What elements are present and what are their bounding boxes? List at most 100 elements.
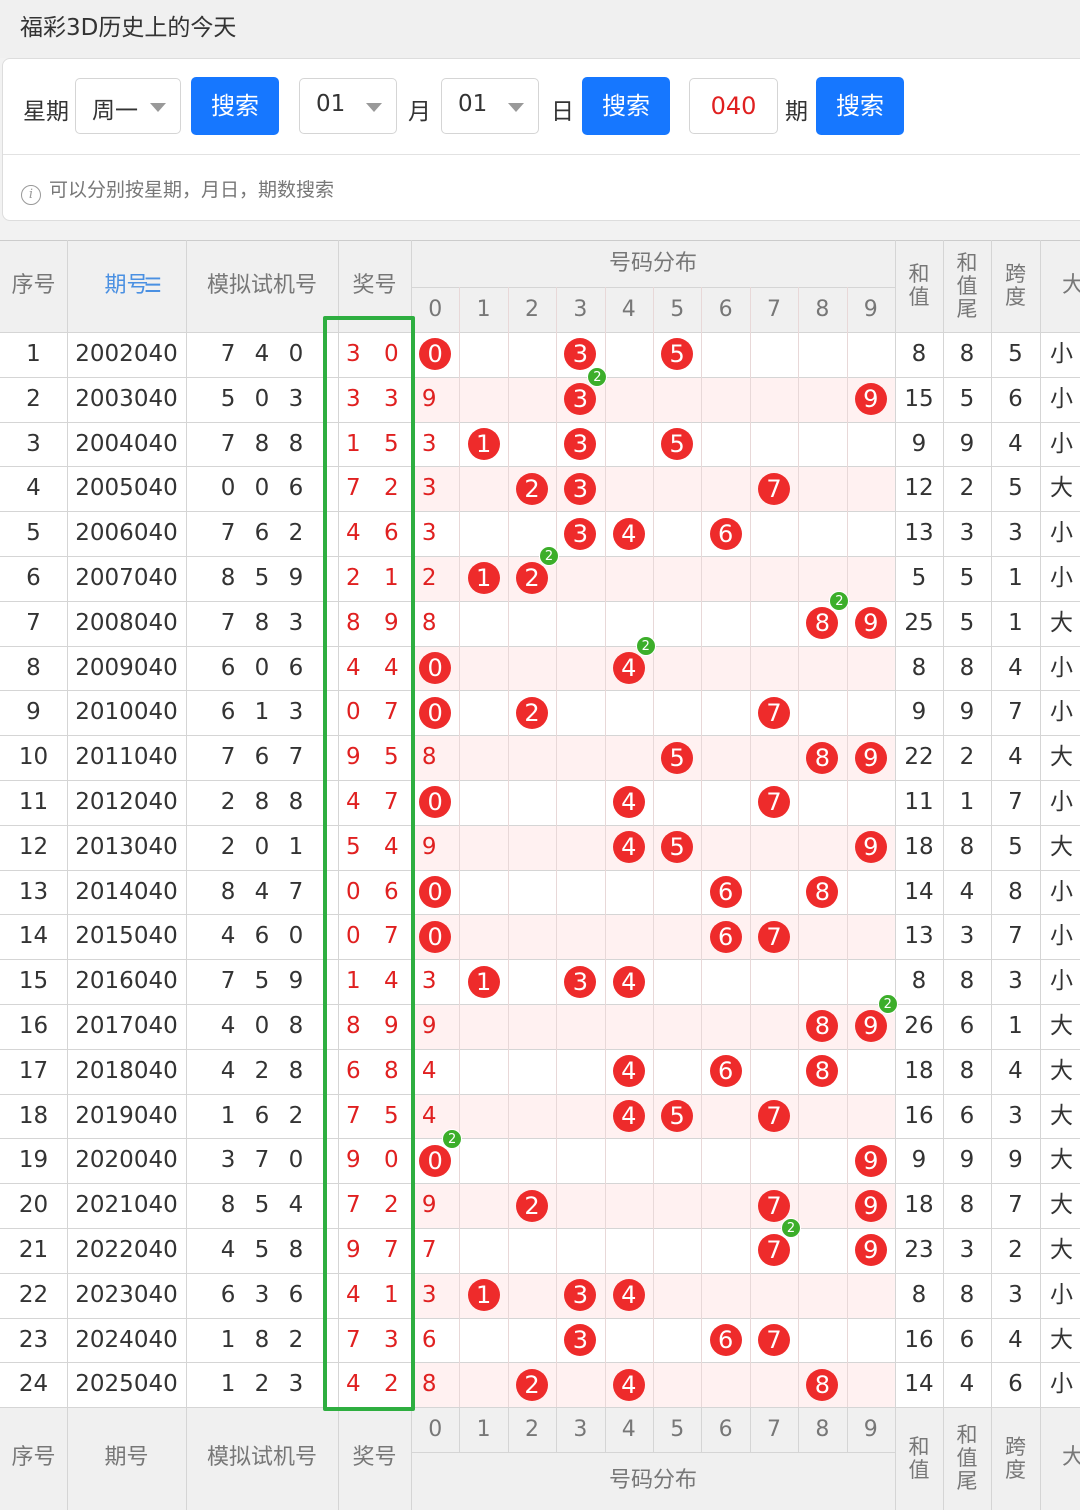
weekday-search-button[interactable]: 搜索: [191, 77, 279, 135]
number-ball: 1: [467, 1279, 500, 1312]
search-panel: 星期 周一 搜索 01 月 01 日 搜索 040 期 搜索 i 可以分别按星期，…: [2, 58, 1080, 221]
row-size: 大: [1050, 1013, 1073, 1039]
row-size: 小: [1050, 1371, 1073, 1398]
row-sum: 9: [911, 1147, 927, 1174]
number-ball: 5: [661, 338, 694, 371]
row-sim: 4 6 0: [220, 923, 310, 950]
digit-header-2: 2: [524, 297, 539, 322]
day-label: 日: [551, 99, 574, 125]
page-header: 福彩3D历史上的今天: [0, 0, 1080, 58]
row-sum-tail: 5: [959, 609, 975, 636]
number-ball: 8: [806, 876, 839, 908]
number-ball: 2: [516, 1368, 548, 1401]
row-sum: 5: [911, 565, 927, 591]
number-ball: 7: [758, 696, 790, 729]
row-span: 3: [1008, 1281, 1023, 1308]
row-sim: 7 4 0: [220, 341, 310, 367]
number-ball: 5: [661, 741, 694, 774]
grid-line: [604, 1407, 606, 1453]
row-sum-tail: 8: [959, 833, 975, 860]
number-ball: 6: [709, 1324, 742, 1356]
date-search-button[interactable]: 搜索: [582, 77, 670, 135]
issue-input[interactable]: 040: [689, 78, 778, 134]
grid-line: [846, 287, 848, 1408]
row-size: 小: [1050, 520, 1073, 547]
row-sum-tail: 8: [959, 1057, 975, 1084]
number-ball: 4: [612, 1100, 645, 1132]
number-ball: 9: [854, 607, 887, 640]
row-sum-tail: 6: [959, 1326, 975, 1353]
number-ball: 7: [758, 1234, 790, 1267]
grid-line: [798, 287, 800, 1408]
issue-search-button[interactable]: 搜索: [816, 77, 904, 135]
row-span: 5: [1008, 341, 1023, 367]
row-span: 2: [1008, 1237, 1023, 1263]
number-ball: 0: [419, 786, 452, 819]
number-ball: 4: [612, 652, 645, 684]
row-issue: 2017040: [75, 1013, 178, 1039]
row-sum-tail: 9: [959, 430, 975, 457]
chevron-down-icon: [366, 103, 382, 112]
number-ball: 9: [854, 1010, 887, 1043]
chevron-down-icon: [150, 103, 166, 112]
grid-line: [0, 240, 1080, 241]
number-ball: 3: [564, 428, 597, 460]
row-sum-tail: 5: [959, 385, 975, 412]
digit-footer-6: 6: [718, 1417, 733, 1443]
number-ball: 9: [854, 383, 887, 416]
row-sim: 7 6 7: [220, 744, 310, 771]
number-ball: 5: [661, 1100, 694, 1132]
row-span: 3: [1008, 1102, 1023, 1129]
prize-highlight-box: [323, 316, 415, 1412]
grid-line: [0, 1407, 1080, 1409]
number-ball: 4: [612, 1368, 645, 1401]
number-ball: 8: [806, 1055, 839, 1088]
digit-footer-7: 7: [766, 1417, 781, 1443]
row-sim: 6 3 6: [220, 1281, 310, 1308]
grid-line: [507, 1407, 509, 1453]
prize-footer: 奖号: [352, 1445, 397, 1471]
number-ball: 9: [854, 831, 887, 864]
number-ball: 4: [612, 965, 645, 998]
number-ball: 8: [806, 741, 839, 774]
row-size: 大: [1050, 833, 1073, 860]
row-seq: 16: [18, 1013, 49, 1039]
row-issue: 2009040: [75, 654, 178, 681]
row-sum-tail: 8: [959, 1281, 975, 1308]
row-size: 小: [1050, 385, 1073, 412]
grid-line: [653, 1407, 654, 1453]
number-ball: 6: [709, 1055, 742, 1088]
sim-footer: 模拟试机号: [206, 1445, 317, 1471]
grid-line: [653, 287, 654, 1408]
number-ball: 6: [709, 876, 742, 908]
row-size: 小: [1050, 699, 1073, 726]
seq-footer: 序号: [11, 1445, 56, 1471]
month-select[interactable]: 01: [299, 78, 397, 134]
grid-line: [556, 1407, 558, 1453]
row-sum-tail: 8: [959, 654, 975, 681]
row-span: 5: [1008, 833, 1023, 860]
digit-footer-5: 5: [670, 1417, 685, 1443]
grid-line: [411, 1452, 895, 1454]
number-ball: 1: [467, 965, 500, 998]
digit-footer-4: 4: [621, 1417, 636, 1443]
row-sum: 16: [904, 1102, 934, 1129]
row-seq: 12: [18, 833, 49, 860]
row-issue: 2008040: [75, 609, 178, 636]
row-span: 4: [1008, 1057, 1023, 1084]
weekday-select[interactable]: 周一: [75, 78, 181, 134]
issue-header[interactable]: 期号: [67, 240, 186, 332]
number-ball: 7: [758, 1100, 790, 1132]
digit-header-0: 0: [428, 297, 443, 322]
row-issue: 2012040: [75, 789, 178, 815]
number-ball: 3: [564, 965, 597, 998]
row-sum-tail: 1: [959, 789, 975, 815]
row-seq: 14: [18, 923, 49, 950]
grid-line: [846, 1407, 848, 1453]
day-select[interactable]: 01: [441, 78, 539, 134]
row-sum-tail: 3: [959, 520, 975, 547]
row-sum: 18: [904, 1057, 934, 1084]
digit-header-4: 4: [621, 297, 636, 322]
sort-icon[interactable]: ☰: [142, 272, 164, 298]
search-hint: i 可以分别按星期，月日，期数搜索: [21, 175, 334, 205]
